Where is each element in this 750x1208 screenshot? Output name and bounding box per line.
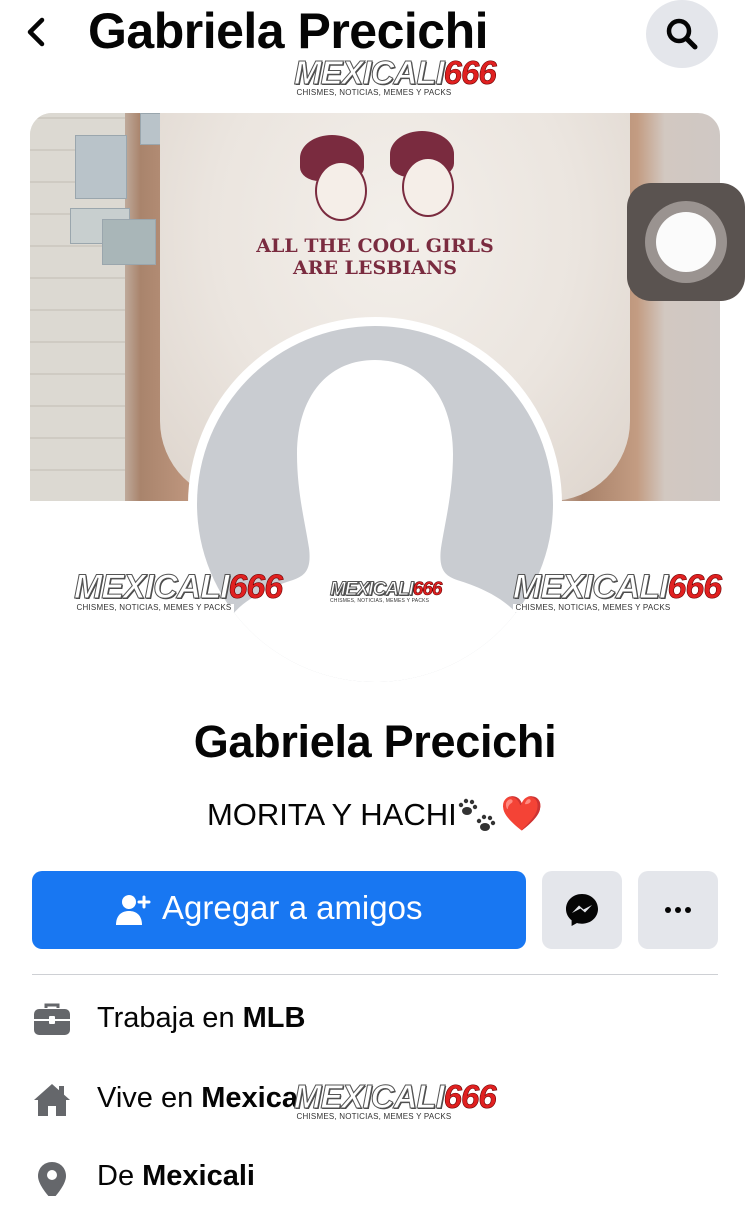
divider [32, 974, 718, 975]
page-title: Gabriela Precichi [88, 3, 489, 59]
more-horizontal-icon [665, 907, 691, 913]
home-icon [34, 1084, 70, 1116]
back-button[interactable] [18, 12, 58, 52]
info-text: Trabaja en MLB [97, 1002, 306, 1034]
more-options-button[interactable] [638, 871, 718, 949]
search-button[interactable] [646, 0, 718, 68]
shirt-print-figure [402, 157, 454, 217]
messenger-button[interactable] [542, 871, 622, 949]
add-friend-label: Agregar a amigos [162, 889, 423, 926]
heart-emoji: ❤️ [500, 795, 544, 833]
info-text: De Mexicali [97, 1160, 255, 1192]
assistive-touch-button[interactable] [627, 183, 745, 301]
info-row-work[interactable]: Trabaja en MLB [0, 990, 750, 1050]
avatar-placeholder [197, 326, 553, 682]
watermark-logo: MEXICALI666 CHISMES, NOTICIAS, MEMES Y P… [294, 54, 497, 97]
shirt-print-text: ALL THE COOL GIRLS ARE LESBIANS [256, 235, 494, 279]
watermark-logo: MEXICALI666 CHISMES, NOTICIAS, MEMES Y P… [512, 568, 722, 612]
chevron-left-icon [27, 17, 45, 47]
info-row-from[interactable]: De Mexicali [0, 1148, 750, 1208]
female-silhouette-icon [227, 360, 523, 682]
wall-poster [75, 135, 127, 199]
add-friend-button[interactable]: Agregar a amigos [32, 871, 526, 949]
watermark-logo: MEXICALI666 CHISMES, NOTICIAS, MEMES Y P… [294, 1078, 497, 1121]
briefcase-icon [34, 1003, 70, 1035]
bio-text: MORITA Y HACHI [206, 797, 457, 832]
assistive-touch-dot [656, 212, 716, 272]
watermark-logo: MEXICALI666 CHISMES, NOTICIAS, MEMES Y P… [330, 579, 443, 604]
location-pin-icon [38, 1162, 66, 1196]
wall-poster [102, 219, 156, 265]
profile-bio: MORITA Y HACHI ❤️ [0, 794, 750, 837]
shirt-print-figure [315, 161, 367, 221]
profile-avatar[interactable] [188, 317, 562, 691]
info-text: Vive en Mexica [97, 1082, 298, 1114]
messenger-icon [566, 894, 598, 926]
profile-name: Gabriela Precichi [193, 716, 557, 767]
add-user-icon [116, 895, 151, 925]
watermark-logo: MEXICALI666 CHISMES, NOTICIAS, MEMES Y P… [73, 568, 283, 612]
paw-prints-icon [458, 798, 495, 831]
search-icon [666, 18, 698, 50]
